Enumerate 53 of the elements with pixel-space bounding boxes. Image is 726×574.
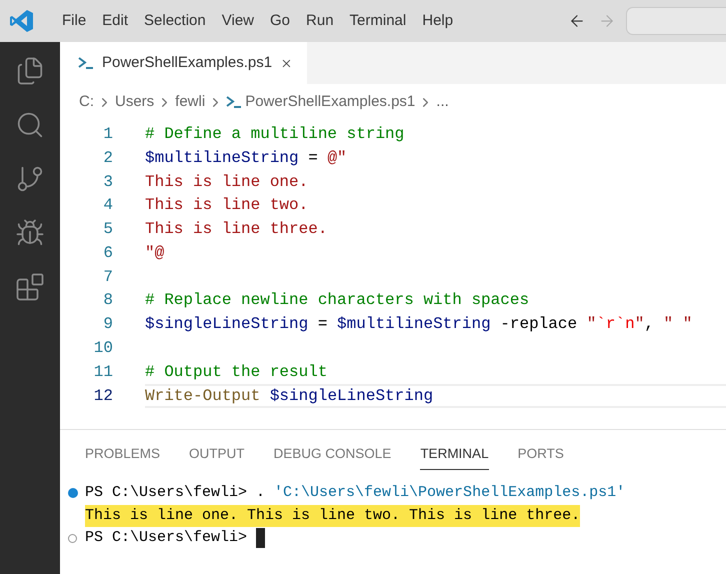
terminal-prompt-icon xyxy=(78,56,94,70)
line-number: 6 xyxy=(102,242,113,264)
files-icon[interactable] xyxy=(15,56,45,86)
menu-item[interactable]: Edit xyxy=(94,10,136,32)
command-center-field[interactable] xyxy=(626,7,726,35)
menu-item[interactable]: Run xyxy=(298,10,342,32)
panel-tab[interactable]: DEBUG CONSOLE xyxy=(274,444,392,470)
blocks-icon[interactable] xyxy=(15,272,45,302)
breadcrumb-item[interactable]: ... xyxy=(436,90,449,114)
code-line: # Output the result xyxy=(145,362,328,383)
panel-tab[interactable]: TERMINAL xyxy=(420,444,489,470)
code-line: "@ xyxy=(145,242,164,264)
menu-item[interactable]: Help xyxy=(414,10,462,32)
terminal-line: PS C:\Users\fewli> . 'C:\Users\fewli\PowerShellExamples.ps1' xyxy=(85,483,626,503)
panel-tab[interactable]: PROBLEMS xyxy=(85,444,160,470)
menu-item[interactable]: Selection xyxy=(136,10,214,32)
terminal-prompt-icon xyxy=(226,95,242,109)
line-number: 7 xyxy=(102,266,113,288)
tab-label: PowerShellExamples.ps1 xyxy=(102,52,272,73)
code-line: # Replace newline characters with spaces xyxy=(145,290,530,312)
line-number: 8 xyxy=(102,290,113,312)
line-number: 12 xyxy=(92,386,113,407)
line-number: 4 xyxy=(102,195,113,216)
terminal-line: PS C:\Users\fewli> xyxy=(85,528,248,548)
menu-item[interactable]: View xyxy=(214,10,262,32)
line-number: 10 xyxy=(92,338,113,360)
menu-item[interactable]: File xyxy=(54,10,94,32)
line-number: 1 xyxy=(102,124,113,145)
line-number: 2 xyxy=(102,148,113,169)
line-number: 11 xyxy=(92,362,113,383)
line-number: 5 xyxy=(102,219,113,240)
code-line: $multilineString = @" xyxy=(145,148,347,169)
breadcrumb-item[interactable]: Users xyxy=(115,90,154,114)
line-number: 3 xyxy=(102,172,113,192)
menu-item[interactable]: Go xyxy=(262,10,298,32)
search-icon[interactable] xyxy=(15,110,45,140)
code-line: # Define a multiline string xyxy=(145,124,404,145)
breadcrumb-item[interactable]: fewli xyxy=(175,90,206,114)
code-line: This is line one. xyxy=(145,172,308,192)
panel-tab[interactable]: PORTS xyxy=(518,444,564,470)
line-number: 9 xyxy=(102,314,113,336)
code-line: Write-Output $singleLineString xyxy=(145,386,434,407)
logo-icon[interactable] xyxy=(10,9,34,33)
editor-tab[interactable]: PowerShellExamples.ps1 xyxy=(60,42,307,84)
bug-icon[interactable] xyxy=(15,218,45,248)
code-line: This is line two. xyxy=(145,195,308,216)
branch-icon[interactable] xyxy=(15,164,45,194)
breadcrumb-item[interactable]: C: xyxy=(79,90,94,114)
code-line: $singleLineString = $multilineString -replace "`r`n", " " xyxy=(145,314,692,336)
breadcrumb-item[interactable]: PowerShellExamples.ps1 xyxy=(245,90,416,114)
panel-tab[interactable]: OUTPUT xyxy=(189,444,245,470)
code-line: This is line three. xyxy=(145,219,328,240)
menu-item[interactable]: Terminal xyxy=(342,10,414,32)
